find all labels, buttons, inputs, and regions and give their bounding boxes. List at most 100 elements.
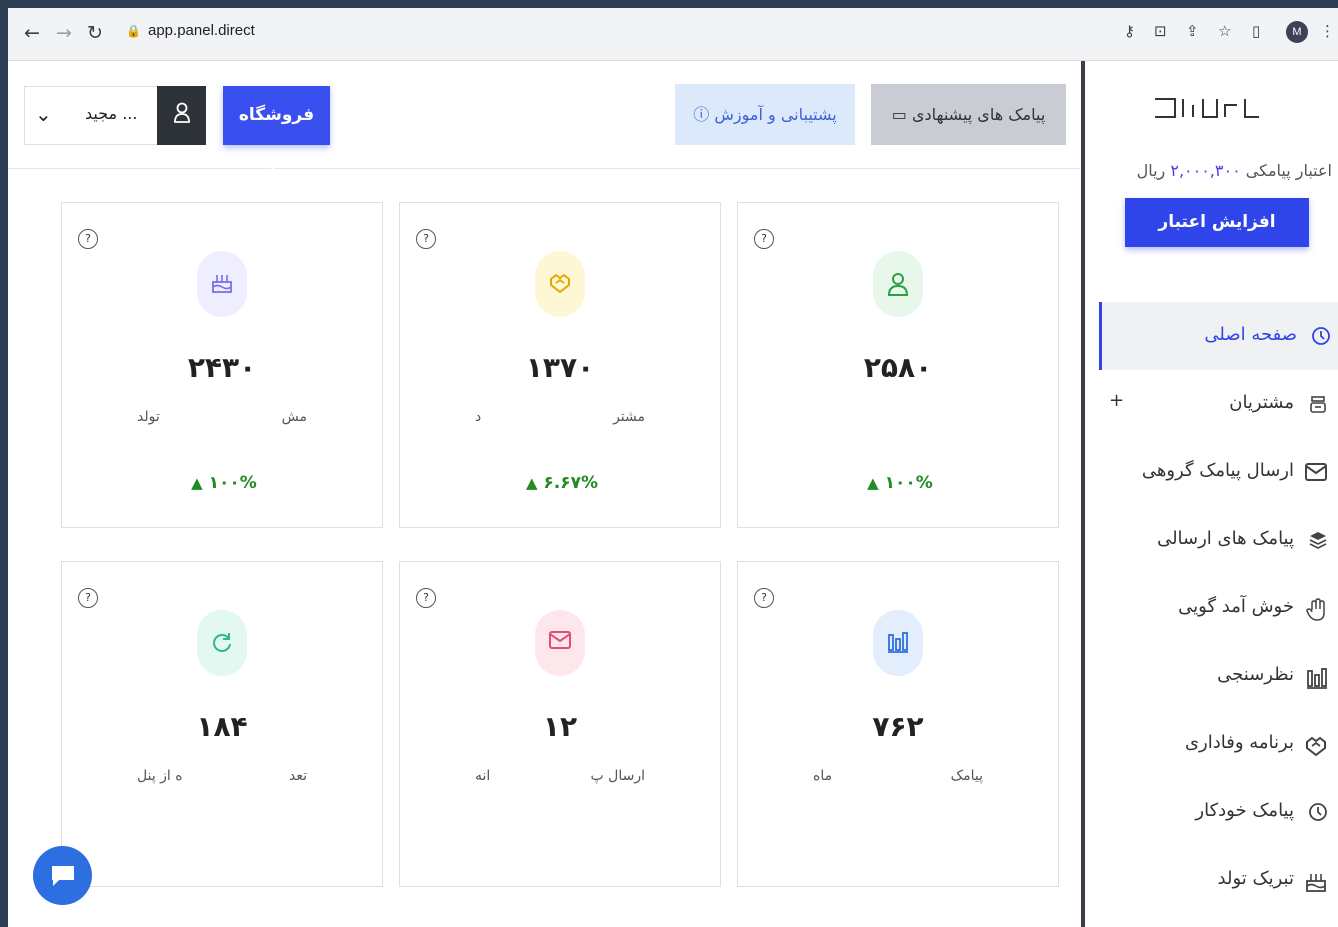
back-icon[interactable]: ← <box>20 21 44 45</box>
layers-icon <box>1306 530 1328 552</box>
stat-value: ۱۳۷۰ <box>525 351 595 384</box>
stat-change-value: ۱۰۰% <box>208 473 257 493</box>
stat-desc-right: پیامک <box>950 768 983 784</box>
install-icon[interactable]: ⊡ <box>1154 22 1167 40</box>
sidebar-item-label: پیامک خودکار <box>1195 800 1294 821</box>
stat-desc-left: ماه <box>813 768 833 784</box>
stat-change: ▲ ۱۰۰% <box>62 473 382 493</box>
sidebar-item[interactable]: ارسال پیامک گروهی <box>1099 438 1338 506</box>
help-icon[interactable]: ? <box>416 229 436 249</box>
customers-icon <box>1306 394 1328 416</box>
user-name: مجید ... <box>85 104 138 123</box>
stat-change: ▲ ۶.۶۷% <box>400 473 720 493</box>
sidebar-item-label: تبریک تولد <box>1217 868 1294 889</box>
sidebar-item[interactable]: نظرسنجی <box>1099 642 1338 710</box>
stat-value: ۷۶۲ <box>872 710 924 743</box>
help-icon[interactable]: ? <box>416 588 436 608</box>
support-label: پشتیبانی و آموزش <box>714 105 837 124</box>
stat-desc-left: ه از پنل <box>137 768 183 784</box>
stat-description: تعد ه از پنل <box>137 768 307 784</box>
add-customer-button[interactable]: + <box>1109 390 1124 411</box>
sidebar-item[interactable]: تبریک تولد <box>1099 846 1338 914</box>
credit-prefix: اعتبار پیامکی <box>1245 161 1332 180</box>
sidebar-item-label: پیامک های ارسالی <box>1157 528 1294 549</box>
lock-icon[interactable]: 🔒 <box>126 24 141 38</box>
up-arrow-icon: ▲ <box>867 474 879 492</box>
help-icon[interactable]: ? <box>754 229 774 249</box>
sidebar-toggle-icon[interactable]: ▯ <box>1252 22 1260 40</box>
user-account-button[interactable] <box>157 86 206 145</box>
stat-value: ۲۵۸۰ <box>863 351 933 384</box>
help-circle-icon: ⓘ <box>693 105 710 124</box>
suggested-label: پیامک های پیشنهادی <box>911 105 1046 124</box>
refresh-icon <box>210 633 234 658</box>
sidebar-item[interactable]: مشتریان + <box>1099 370 1338 438</box>
stat-description: پیامک ماه <box>813 768 983 784</box>
envelope-icon <box>1305 462 1328 484</box>
stat-icon-wrap <box>873 610 923 676</box>
share-icon[interactable]: ⇪ <box>1186 22 1199 40</box>
chat-icon <box>51 866 74 886</box>
clock-icon <box>1309 326 1331 348</box>
help-icon[interactable]: ? <box>78 229 98 249</box>
address-bar[interactable]: app.panel.direct <box>148 22 255 39</box>
sms-credit: اعتبار پیامکی ۲,۰۰۰,۳۰۰ ریال <box>1137 161 1332 180</box>
profile-avatar[interactable]: M <box>1286 21 1308 43</box>
stat-desc-right: مش <box>281 409 307 425</box>
direct-logo <box>1155 98 1259 118</box>
key-icon[interactable]: ⚷ <box>1124 22 1135 40</box>
handshake-icon <box>548 273 572 299</box>
stat-description: مشتر د <box>475 409 645 425</box>
chat-button[interactable] <box>33 846 92 905</box>
help-icon[interactable]: ? <box>754 588 774 608</box>
up-arrow-icon: ▲ <box>525 474 538 492</box>
forward-icon[interactable]: → <box>52 21 76 45</box>
stat-card[interactable]: ? ۱۲ ارسال پ انه <box>399 561 721 887</box>
page-viewport: ⌄ مجید ... فروشگاه ساز ⓘ پشتیبانی و آموز… <box>8 61 1338 927</box>
credit-amount: ۲,۰۰۰,۳۰۰ <box>1170 161 1241 180</box>
increase-credit-button[interactable]: افزایش اعتبار <box>1125 198 1309 247</box>
stat-icon-wrap <box>535 251 585 317</box>
stat-value: ۱۲ <box>542 710 578 743</box>
sidebar-item-label: ارسال پیامک گروهی <box>1141 460 1294 481</box>
sidebar-item[interactable]: برنامه وفاداری <box>1099 710 1338 778</box>
support-button[interactable]: ⓘ پشتیبانی و آموزش <box>675 84 855 145</box>
sidebar-item-label: مشتریان <box>1229 392 1294 413</box>
stat-card[interactable]: ? ۲۴۳۰ مش تولد ▲ ۱۰۰% <box>61 202 383 528</box>
sidebar-item[interactable]: صفحه اصلی <box>1099 302 1338 370</box>
menu-icon[interactable]: ⋮ <box>1320 22 1335 40</box>
stat-icon-wrap <box>873 251 923 317</box>
store-builder-button[interactable]: فروشگاه ساز <box>223 86 330 184</box>
cake-icon <box>1306 870 1328 892</box>
stat-desc-left: د <box>475 409 482 425</box>
poll-icon <box>887 632 909 658</box>
stat-icon-wrap <box>197 610 247 676</box>
handshake-icon <box>1306 734 1328 757</box>
star-icon[interactable]: ☆ <box>1218 22 1231 40</box>
stat-card[interactable]: ? ۲۵۸۰ ▲ ۱۰۰% <box>737 202 1059 528</box>
sidebar-item[interactable]: خوش آمد گویی <box>1099 574 1338 642</box>
stat-card[interactable]: ? ۱۸۴ تعد ه از پنل <box>61 561 383 887</box>
reload-icon[interactable]: ↻ <box>83 21 107 45</box>
chevron-down-icon: ⌄ <box>35 102 52 126</box>
user-dropdown[interactable]: ⌄ مجید ... <box>24 86 158 145</box>
stat-desc-right: تعد <box>289 768 307 784</box>
top-header: ⌄ مجید ... فروشگاه ساز ⓘ پشتیبانی و آموز… <box>8 61 1080 184</box>
sidebar: اعتبار پیامکی ۲,۰۰۰,۳۰۰ ریال افزایش اعتب… <box>1081 61 1338 927</box>
sidebar-item[interactable]: پیامک های ارسالی <box>1099 506 1338 574</box>
sidebar-item[interactable]: پیامک خودکار <box>1099 778 1338 846</box>
stat-description: مش تولد <box>137 409 307 425</box>
stat-value: ۲۴۳۰ <box>187 351 257 384</box>
help-icon[interactable]: ? <box>78 588 98 608</box>
stat-change-value: ۱۰۰% <box>884 473 933 493</box>
stat-card[interactable]: ? ۱۳۷۰ مشتر د ▲ ۶.۶۷% <box>399 202 721 528</box>
customer-icon <box>887 273 909 301</box>
browser-toolbar: ← → ↻ 🔒 app.panel.direct ⚷ ⊡ ⇪ ☆ ▯ M ⋮ <box>8 8 1338 61</box>
suggested-sms-button[interactable]: ▭ پیامک های پیشنهادی <box>871 84 1066 145</box>
user-icon <box>173 102 190 123</box>
cake-icon <box>210 275 234 299</box>
up-arrow-icon: ▲ <box>191 474 203 492</box>
stat-card[interactable]: ? ۷۶۲ پیامک ماه <box>737 561 1059 887</box>
poll-icon <box>1306 666 1328 689</box>
auto-clock-icon <box>1306 802 1328 824</box>
